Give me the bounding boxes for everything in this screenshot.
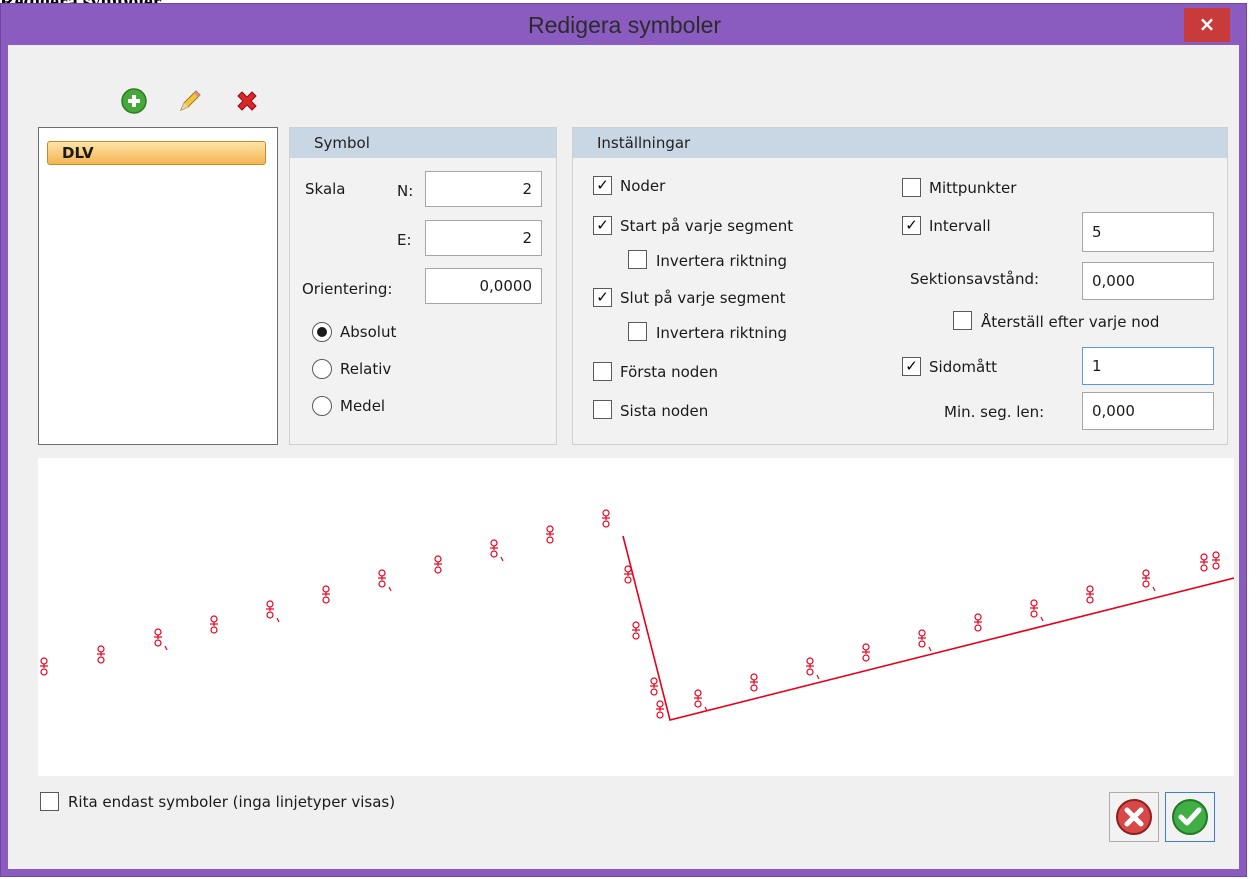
radio-absolut[interactable] <box>312 322 332 342</box>
dlv-symbol <box>1212 551 1220 570</box>
draw-only-symbols-label: Rita endast symboler (inga linjetyper vi… <box>68 793 396 811</box>
delete-symbol-button[interactable] <box>230 84 264 118</box>
dlv-symbol <box>624 565 632 584</box>
section-distance-input[interactable]: 0,000 <box>1082 262 1214 300</box>
dlv-symbol <box>1200 553 1208 572</box>
draw-only-symbols-checkbox[interactable] <box>40 792 59 811</box>
cancel-icon <box>1116 799 1152 835</box>
end-segment-checkbox[interactable]: ✓ <box>593 288 612 307</box>
symbol-panel-header: Symbol <box>290 128 556 158</box>
dlv-symbol <box>378 569 392 592</box>
last-node-label: Sista noden <box>620 402 709 420</box>
radio-medel-label: Medel <box>340 397 386 415</box>
dlv-symbol <box>918 629 932 652</box>
dlv-symbol <box>210 615 218 634</box>
dlv-symbol <box>154 628 168 651</box>
orientation-input[interactable]: 0,0000 <box>425 268 542 304</box>
orientation-label: Orientering: <box>302 280 393 298</box>
dlv-symbol <box>632 621 640 640</box>
start-invert-checkbox[interactable] <box>628 250 647 269</box>
end-segment-label: Slut på varje segment <box>620 289 786 307</box>
start-invert-label: Invertera riktning <box>656 252 788 270</box>
interval-input[interactable]: 5 <box>1082 212 1214 252</box>
reset-after-node-label: Återställ efter varje nod <box>981 313 1160 331</box>
ok-check-icon <box>1172 799 1208 835</box>
ok-button[interactable] <box>1165 792 1215 842</box>
side-measure-checkbox[interactable]: ✓ <box>902 357 921 376</box>
dlv-symbol <box>546 525 554 544</box>
min-segment-length-input[interactable]: 0,000 <box>1082 392 1214 430</box>
dlv-symbol <box>656 700 664 719</box>
dlv-symbol <box>97 645 105 664</box>
scale-n-input[interactable]: 2 <box>425 171 542 207</box>
start-segment-checkbox[interactable]: ✓ <box>593 216 612 235</box>
section-distance-label: Sektionsavstånd: <box>910 270 1040 288</box>
symbol-list[interactable] <box>38 127 278 445</box>
interval-checkbox[interactable]: ✓ <box>902 216 921 235</box>
add-symbol-button[interactable] <box>117 84 151 118</box>
close-icon: × <box>1198 12 1216 36</box>
dlv-symbol <box>40 657 48 676</box>
close-button[interactable]: × <box>1184 8 1230 42</box>
scale-e-input[interactable]: 2 <box>425 220 542 256</box>
radio-absolut-label: Absolut <box>340 323 397 341</box>
dlv-symbol <box>434 555 442 574</box>
dlv-symbol <box>862 643 870 662</box>
end-invert-label: Invertera riktning <box>656 324 788 342</box>
red-x-icon <box>237 91 257 111</box>
noder-label: Noder <box>620 177 666 195</box>
dlv-symbol <box>1030 599 1044 622</box>
noder-checkbox[interactable]: ✓ <box>593 176 612 195</box>
dlv-symbol <box>694 689 708 712</box>
dlv-symbol <box>602 509 610 528</box>
last-node-checkbox[interactable] <box>593 400 612 419</box>
scale-e-label: E: <box>397 231 412 249</box>
dlv-symbol <box>1142 569 1156 592</box>
interval-label: Intervall <box>929 217 991 235</box>
dlv-symbol <box>650 677 658 696</box>
preview-line <box>622 535 1235 721</box>
dlv-symbol <box>806 657 820 680</box>
start-segment-label: Start på varje segment <box>620 217 794 235</box>
radio-relativ[interactable] <box>312 359 332 379</box>
midpoints-label: Mittpunkter <box>929 179 1017 197</box>
edit-symbol-button[interactable] <box>173 84 207 118</box>
dlv-symbol <box>750 673 758 692</box>
first-node-checkbox[interactable] <box>593 362 612 381</box>
scale-label: Skala <box>305 180 346 198</box>
cancel-button[interactable] <box>1109 792 1159 842</box>
dlv-symbol <box>266 600 280 623</box>
first-node-label: Första noden <box>620 363 719 381</box>
side-measure-input[interactable]: 1 <box>1082 347 1214 385</box>
radio-relativ-label: Relativ <box>340 360 392 378</box>
min-segment-length-label: Min. seg. len: <box>944 403 1045 421</box>
side-measure-label: Sidomått <box>929 358 997 376</box>
pencil-icon <box>180 90 201 111</box>
midpoints-checkbox[interactable] <box>902 178 921 197</box>
list-item[interactable]: DLV <box>47 141 266 165</box>
reset-after-node-checkbox[interactable] <box>953 311 972 330</box>
dlv-symbol <box>1086 585 1094 604</box>
settings-panel-header: Inställningar <box>573 128 1227 158</box>
preview-canvas <box>40 509 1235 721</box>
plus-circle-icon <box>121 88 147 114</box>
dlv-symbol <box>974 613 982 632</box>
symbol-preview <box>38 458 1235 776</box>
radio-medel[interactable] <box>312 396 332 416</box>
end-invert-checkbox[interactable] <box>628 322 647 341</box>
window-title: Redigera symboler <box>527 12 722 38</box>
scale-n-label: N: <box>397 182 414 200</box>
dlv-symbol <box>322 585 330 604</box>
dlv-symbol <box>490 539 504 562</box>
